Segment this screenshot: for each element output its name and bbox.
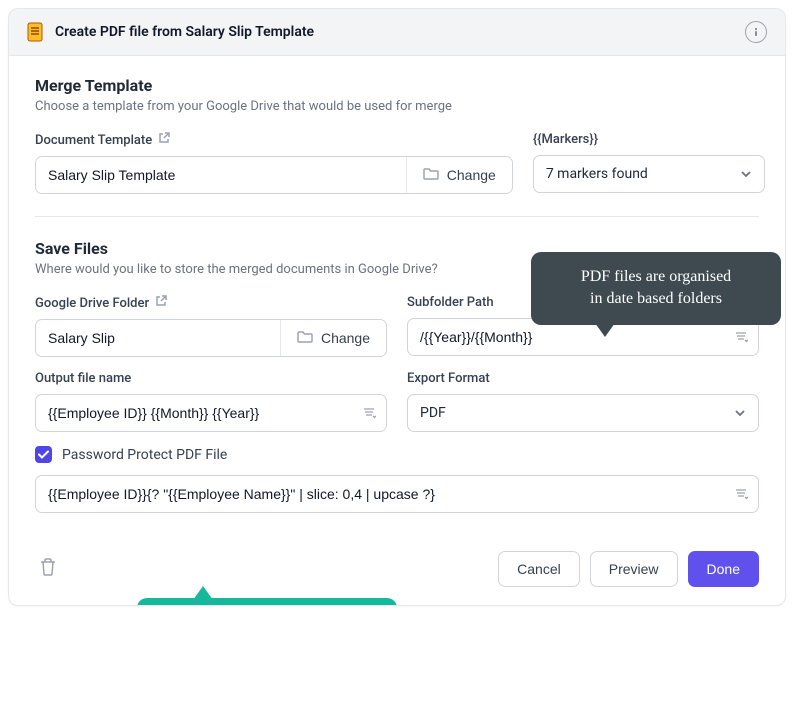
password-checkbox[interactable] xyxy=(35,446,52,463)
callout-folders: PDF files are organised in date based fo… xyxy=(531,252,781,325)
cancel-button[interactable]: Cancel xyxy=(498,551,580,587)
delete-button[interactable] xyxy=(35,553,61,585)
template-change-button[interactable]: Change xyxy=(406,157,512,193)
external-link-icon xyxy=(155,295,167,311)
markers-label: {{Markers}} xyxy=(533,132,765,147)
preview-button[interactable]: Preview xyxy=(590,551,678,587)
sort-icon xyxy=(362,395,386,431)
folder-icon xyxy=(423,167,439,184)
output-label: Output file name xyxy=(35,371,387,386)
password-label: Password Protect PDF File xyxy=(62,447,227,463)
password-input[interactable] xyxy=(36,476,734,512)
markers-value: 7 markers found xyxy=(546,166,648,182)
divider xyxy=(35,216,759,217)
dialog: Create PDF file from Salary Slip Templat… xyxy=(8,8,786,606)
info-button[interactable] xyxy=(745,21,767,43)
format-value: PDF xyxy=(420,405,446,421)
chevron-down-icon xyxy=(740,166,752,182)
format-label: Export Format xyxy=(407,371,759,386)
merge-section-title: Merge Template xyxy=(35,76,759,95)
document-icon xyxy=(27,22,45,42)
folder-input-group: Change xyxy=(35,319,387,357)
format-select[interactable]: PDF xyxy=(407,394,759,432)
password-input-group xyxy=(35,475,759,513)
markers-select[interactable]: 7 markers found xyxy=(533,155,765,193)
template-input[interactable] xyxy=(36,157,406,193)
folder-input[interactable] xyxy=(36,320,280,356)
folder-change-button[interactable]: Change xyxy=(280,320,386,356)
merge-section-subtitle: Choose a template from your Google Drive… xyxy=(35,99,759,114)
callout-password: Each PDF document will have a unique pas… xyxy=(137,598,397,606)
done-button[interactable]: Done xyxy=(688,551,759,587)
output-input[interactable] xyxy=(36,395,362,431)
external-link-icon xyxy=(158,132,170,148)
output-input-group xyxy=(35,394,387,432)
template-input-group: Change xyxy=(35,156,513,194)
dialog-header: Create PDF file from Salary Slip Templat… xyxy=(9,9,785,56)
template-label: Document Template xyxy=(35,132,513,148)
sort-icon xyxy=(734,476,758,512)
folder-icon xyxy=(297,330,313,347)
dialog-title: Create PDF file from Salary Slip Templat… xyxy=(55,24,314,40)
folder-label: Google Drive Folder xyxy=(35,295,387,311)
chevron-down-icon xyxy=(734,405,746,421)
